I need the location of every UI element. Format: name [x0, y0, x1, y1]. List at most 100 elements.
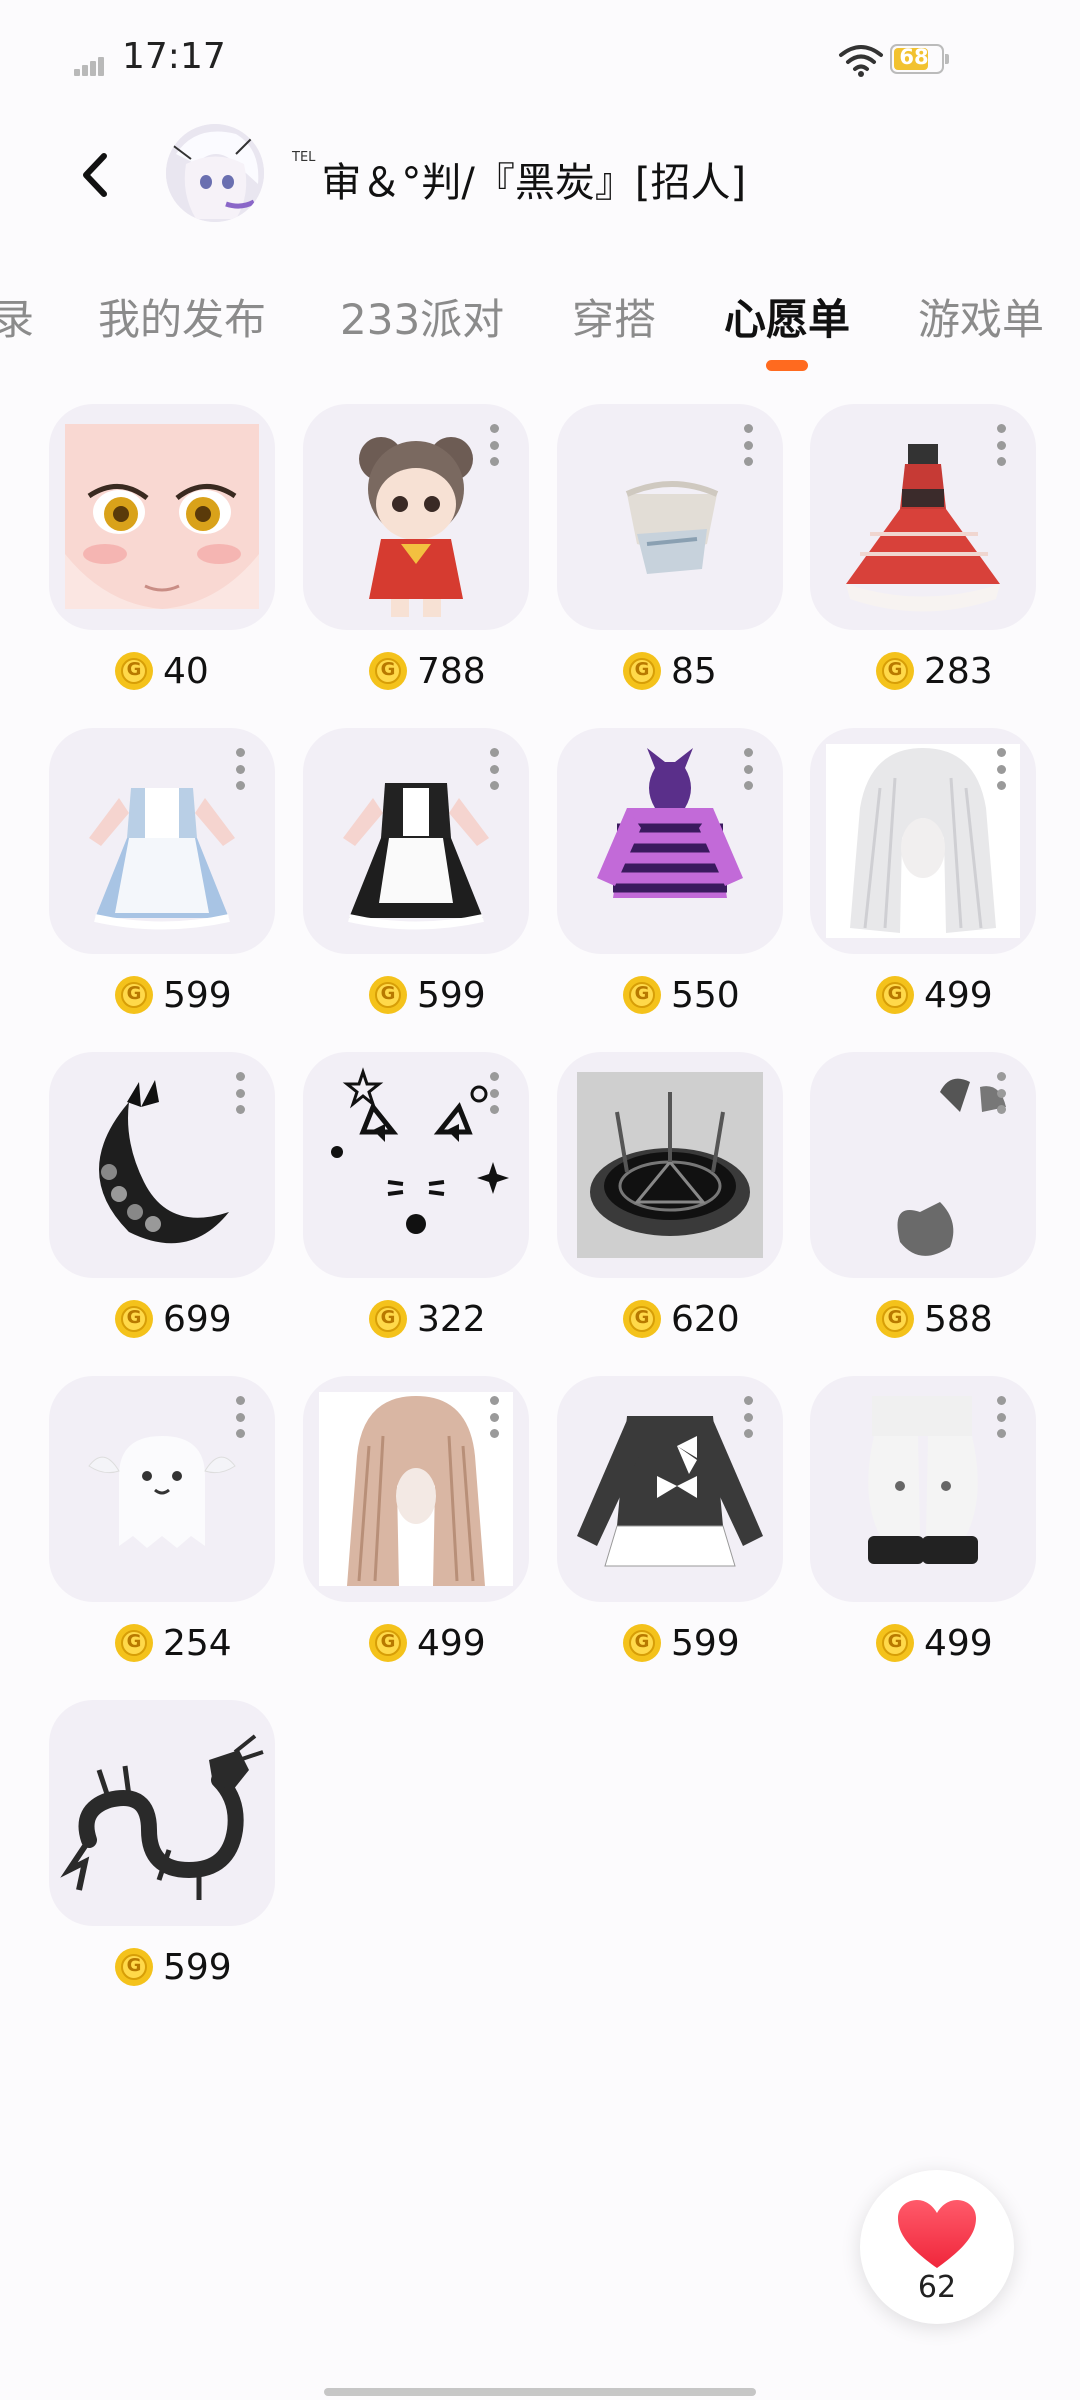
coin-icon: G: [623, 976, 661, 1014]
price-value: 254: [163, 1622, 232, 1664]
wishlist-item-card[interactable]: [49, 404, 275, 630]
tab-records[interactable]: 录: [0, 286, 34, 347]
tab-game-list[interactable]: 游戏单: [918, 286, 1044, 347]
item-price: G 322: [369, 1295, 486, 1343]
coin-icon: G: [876, 976, 914, 1014]
price-value: 599: [163, 974, 232, 1016]
coin-icon: G: [369, 1624, 407, 1662]
username-title: TEL 审＆°判/『黑炭』[招人]: [292, 150, 746, 208]
status-time: 17:17: [122, 36, 226, 77]
item-price: G 550: [623, 971, 740, 1019]
wishlist-item-card[interactable]: [49, 1052, 275, 1278]
like-count: 62: [917, 2270, 957, 2305]
more-options-icon[interactable]: [489, 1396, 499, 1438]
more-options-icon[interactable]: [489, 1072, 499, 1114]
wishlist-item-card[interactable]: [810, 728, 1036, 954]
coin-icon: G: [369, 976, 407, 1014]
coin-icon: G: [623, 1300, 661, 1338]
wishlist-item-card[interactable]: [557, 1052, 783, 1278]
tab-233-party[interactable]: 233派对: [340, 286, 504, 347]
anime-face-icon: [65, 424, 259, 609]
status-bar: 17:17 68: [0, 0, 1080, 120]
item-price: G 254: [115, 1619, 232, 1667]
more-options-icon[interactable]: [996, 748, 1006, 790]
tab-my-posts[interactable]: 我的发布: [98, 286, 266, 347]
wishlist-item-card[interactable]: [49, 1700, 275, 1926]
item-price: G 40: [115, 647, 209, 695]
battery-icon: 68: [890, 44, 949, 74]
wishlist-item-card[interactable]: [303, 404, 529, 630]
price-value: 499: [924, 1622, 993, 1664]
wishlist-item-card[interactable]: [49, 728, 275, 954]
tab-wishlist[interactable]: 心愿单: [724, 286, 850, 347]
item-price: G 788: [369, 647, 486, 695]
item-price: G 588: [876, 1295, 993, 1343]
wishlist-item-card[interactable]: [557, 1376, 783, 1602]
more-options-icon[interactable]: [489, 424, 499, 466]
coin-icon: G: [369, 652, 407, 690]
more-options-icon[interactable]: [743, 424, 753, 466]
tel-badge: TEL: [292, 150, 316, 165]
wifi-icon: [839, 45, 883, 77]
price-value: 699: [163, 1298, 232, 1340]
coin-icon: G: [369, 1300, 407, 1338]
signal-icon: [74, 54, 112, 76]
more-options-icon[interactable]: [996, 424, 1006, 466]
item-price: G 599: [115, 971, 232, 1019]
more-options-icon[interactable]: [235, 748, 245, 790]
black-dragon-icon: [60, 1734, 264, 1900]
coin-icon: G: [876, 1300, 914, 1338]
price-value: 599: [417, 974, 486, 1016]
item-price: G 499: [876, 1619, 993, 1667]
wishlist-item-card[interactable]: [303, 1376, 529, 1602]
back-arrow-icon[interactable]: [72, 148, 122, 202]
item-price: G 499: [369, 1619, 486, 1667]
more-options-icon[interactable]: [996, 1072, 1006, 1114]
coin-icon: G: [115, 1948, 153, 1986]
username-text: 审＆°判/『黑炭』[招人]: [321, 160, 747, 206]
item-price: G 283: [876, 647, 993, 695]
coin-icon: G: [115, 976, 153, 1014]
more-options-icon[interactable]: [743, 1396, 753, 1438]
price-value: 599: [671, 1622, 740, 1664]
coin-icon: G: [623, 652, 661, 690]
coin-icon: G: [115, 1624, 153, 1662]
home-indicator: [324, 2388, 756, 2396]
wishlist-item-card[interactable]: [557, 728, 783, 954]
item-price: G 599: [623, 1619, 740, 1667]
price-value: 499: [417, 1622, 486, 1664]
more-options-icon[interactable]: [489, 748, 499, 790]
price-value: 550: [671, 974, 740, 1016]
coin-icon: G: [115, 652, 153, 690]
price-value: 499: [924, 974, 993, 1016]
more-options-icon[interactable]: [235, 1072, 245, 1114]
more-options-icon[interactable]: [743, 748, 753, 790]
tab-outfits[interactable]: 穿搭: [572, 286, 656, 347]
price-value: 283: [924, 650, 993, 692]
item-price: G 620: [623, 1295, 740, 1343]
heart-icon: [898, 2200, 976, 2268]
item-price: G 599: [115, 1943, 232, 1991]
more-options-icon[interactable]: [996, 1396, 1006, 1438]
item-price: G 599: [369, 971, 486, 1019]
price-value: 322: [417, 1298, 486, 1340]
wishlist-item-card[interactable]: [810, 1052, 1036, 1278]
item-price: G 499: [876, 971, 993, 1019]
item-price: G 85: [623, 647, 717, 695]
wishlist-like-button[interactable]: 62: [860, 2170, 1014, 2324]
wishlist-item-card[interactable]: [810, 404, 1036, 630]
user-avatar[interactable]: [166, 124, 264, 222]
coin-icon: G: [876, 652, 914, 690]
coin-icon: G: [115, 1300, 153, 1338]
wishlist-item-card[interactable]: [303, 1052, 529, 1278]
item-price: G 699: [115, 1295, 232, 1343]
price-value: 588: [924, 1298, 993, 1340]
profile-tabs: 录 我的发布 233派对 穿搭 心愿单 游戏单: [0, 262, 1080, 372]
wishlist-item-card[interactable]: [810, 1376, 1036, 1602]
price-value: 85: [671, 650, 717, 692]
wishlist-item-card[interactable]: [49, 1376, 275, 1602]
more-options-icon[interactable]: [235, 1396, 245, 1438]
wishlist-item-card[interactable]: [557, 404, 783, 630]
active-tab-indicator: [766, 360, 808, 371]
wishlist-item-card[interactable]: [303, 728, 529, 954]
